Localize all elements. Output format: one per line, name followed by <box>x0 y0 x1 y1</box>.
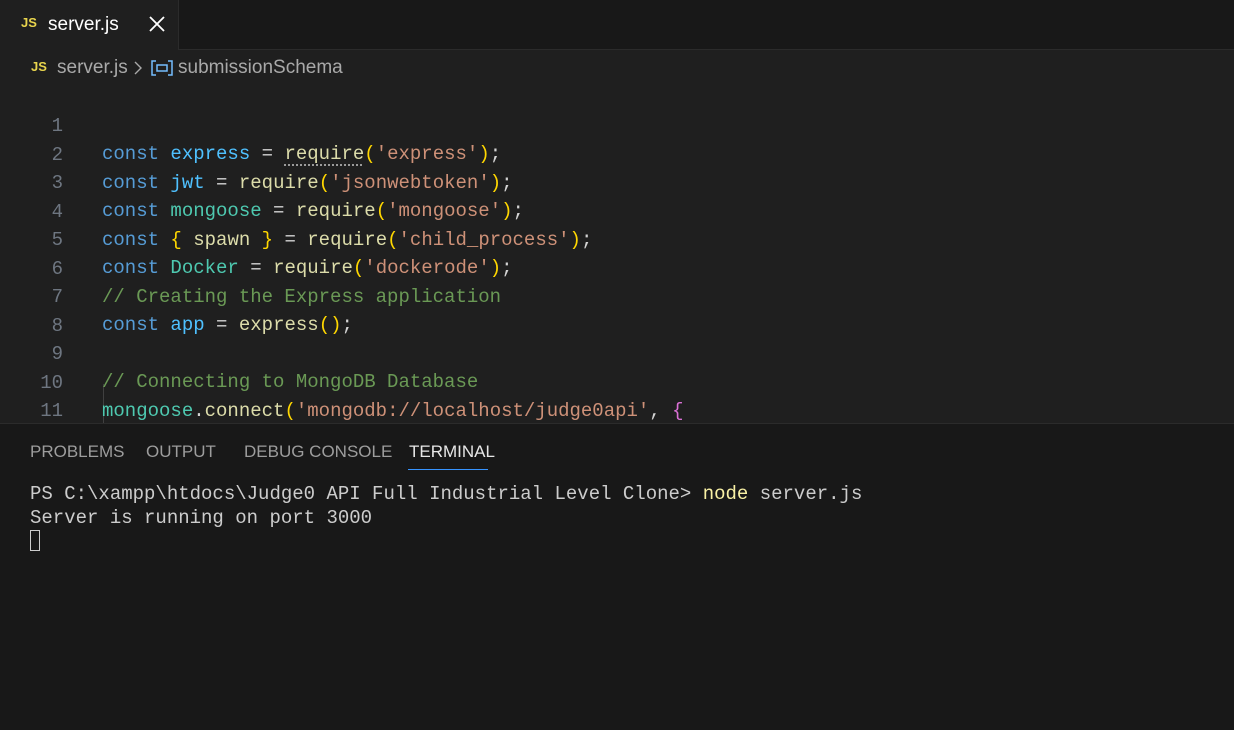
code-line: 9 // Connecting to MongoDB Database <box>0 312 1234 393</box>
breadcrumb-file[interactable]: server.js <box>57 57 128 79</box>
code-editor[interactable]: 1 const express = require('express'); 2 … <box>0 86 1234 423</box>
code-line: 8 <box>0 284 1234 337</box>
terminal-command: node <box>702 483 749 505</box>
code-line: 2 const jwt = require('jsonwebtoken'); <box>0 113 1234 194</box>
tab-debug-console[interactable]: DEBUG CONSOLE <box>244 442 392 462</box>
code-line: 5 const Docker = require('dockerode'); <box>0 198 1234 279</box>
code-line: 12 useUnifiedTopology: true, <box>0 398 1234 423</box>
tab-server-js[interactable]: JS server.js <box>0 0 179 50</box>
terminal-prompt: PS C:\xampp\htdocs\Judge0 API Full Indus… <box>30 483 703 505</box>
terminal-args: server.js <box>748 483 863 505</box>
close-icon[interactable] <box>145 10 169 38</box>
chevron-right-icon <box>133 60 143 76</box>
active-tab-indicator <box>408 469 488 470</box>
terminal-command-line: PS C:\xampp\htdocs\Judge0 API Full Indus… <box>30 482 862 506</box>
tab-problems[interactable]: PROBLEMS <box>30 442 124 462</box>
code-line: 7 const app = express(); <box>0 255 1234 336</box>
editor-tab-bar: JS server.js <box>0 0 1234 50</box>
code-line: 11 useNewUrlParser: true, <box>0 369 1234 422</box>
breadcrumb-symbol[interactable]: submissionSchema <box>178 57 343 79</box>
code-line: 1 const express = require('express'); <box>0 86 1234 165</box>
javascript-file-icon: JS <box>31 59 47 74</box>
code-line: 10 mongoose.connect('mongodb://localhost… <box>0 341 1234 422</box>
bottom-panel: PROBLEMS OUTPUT DEBUG CONSOLE TERMINAL P… <box>0 423 1234 730</box>
tab-terminal[interactable]: TERMINAL <box>409 442 495 462</box>
tab-output[interactable]: OUTPUT <box>146 442 216 462</box>
terminal-cursor[interactable] <box>30 530 40 551</box>
code-line: 3 const mongoose = require('mongoose'); <box>0 141 1234 222</box>
breadcrumb: JS server.js submissionSchema <box>0 50 1234 86</box>
tab-label: server.js <box>48 14 119 35</box>
terminal-output: Server is running on port 3000 <box>30 507 373 529</box>
code-line: 4 const { spawn } = require('child_proce… <box>0 170 1234 251</box>
code-line: 6 // Creating the Express application <box>0 227 1234 308</box>
symbol-variable-icon <box>150 59 174 77</box>
javascript-file-icon: JS <box>21 15 37 30</box>
